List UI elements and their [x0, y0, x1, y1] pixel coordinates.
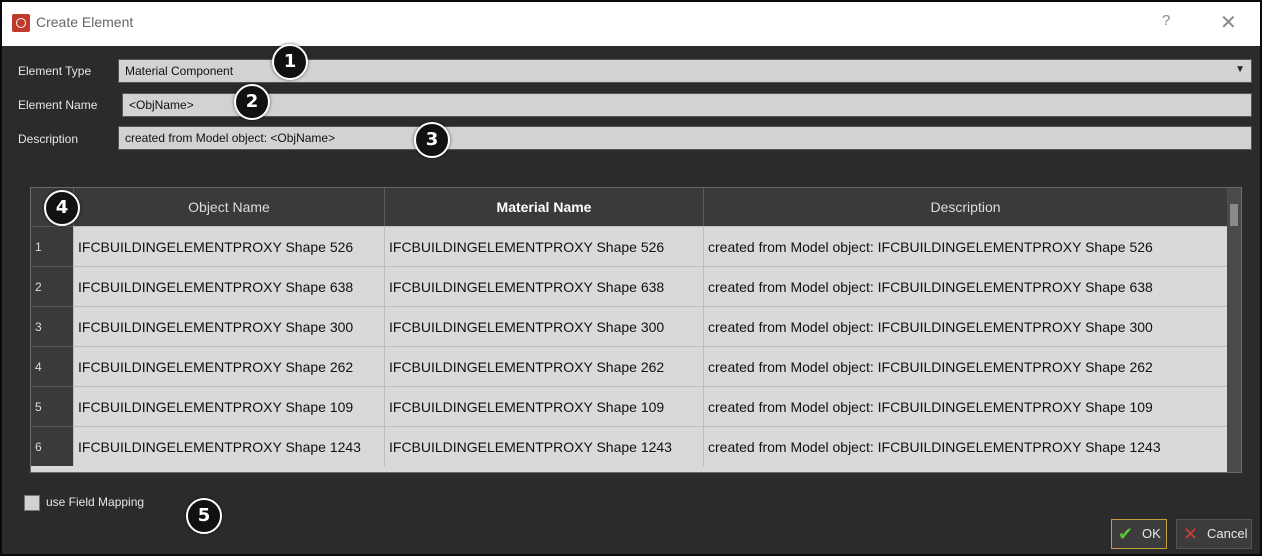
row-number: 1	[31, 226, 73, 266]
material-name-cell[interactable]: IFCBUILDINGELEMENTPROXY Shape 638	[384, 266, 703, 306]
ok-button[interactable]: ✔ OK	[1111, 519, 1167, 549]
x-icon: ✕	[1183, 524, 1199, 544]
app-logo-icon	[12, 14, 30, 32]
checkmark-icon: ✔	[1118, 524, 1134, 544]
elements-table: Object Name Material Name Description 1 …	[30, 187, 1242, 473]
object-name-cell[interactable]: IFCBUILDINGELEMENTPROXY Shape 262	[73, 346, 384, 386]
object-name-cell[interactable]: IFCBUILDINGELEMENTPROXY Shape 526	[73, 226, 384, 266]
chevron-down-icon: ▼	[1235, 64, 1245, 75]
element-type-label: Element Type	[18, 64, 92, 78]
callout-badge-1: 1	[272, 44, 308, 80]
callout-badge-3: 3	[414, 122, 450, 158]
object-name-cell[interactable]: IFCBUILDINGELEMENTPROXY Shape 300	[73, 306, 384, 346]
object-name-cell[interactable]: IFCBUILDINGELEMENTPROXY Shape 638	[73, 266, 384, 306]
cancel-button[interactable]: ✕ Cancel	[1176, 519, 1252, 549]
material-name-cell[interactable]: IFCBUILDINGELEMENTPROXY Shape 262	[384, 346, 703, 386]
row-number: 6	[31, 426, 73, 466]
element-name-label: Element Name	[18, 98, 98, 112]
row-number: 3	[31, 306, 73, 346]
object-name-cell[interactable]: IFCBUILDINGELEMENTPROXY Shape 109	[73, 386, 384, 426]
description-cell[interactable]: created from Model object: IFCBUILDINGEL…	[703, 226, 1227, 266]
column-header-description[interactable]: Description	[703, 188, 1227, 226]
help-icon[interactable]: ?	[1162, 12, 1170, 29]
row-number: 5	[31, 386, 73, 426]
vertical-scrollbar[interactable]	[1227, 188, 1241, 472]
window-title: Create Element	[36, 14, 134, 30]
description-cell[interactable]: created from Model object: IFCBUILDINGEL…	[703, 346, 1227, 386]
close-icon[interactable]: ✕	[1220, 10, 1237, 35]
title-bar: Create Element ? ✕	[2, 2, 1260, 46]
row-number: 2	[31, 266, 73, 306]
field-mapping-checkbox[interactable]	[24, 495, 40, 511]
description-cell[interactable]: created from Model object: IFCBUILDINGEL…	[703, 266, 1227, 306]
description-cell[interactable]: created from Model object: IFCBUILDINGEL…	[703, 306, 1227, 346]
cancel-label: Cancel	[1207, 526, 1248, 541]
description-label: Description	[18, 132, 79, 146]
column-header-object-name[interactable]: Object Name	[73, 188, 384, 226]
description-input[interactable]: created from Model object: <ObjName>	[118, 126, 1252, 150]
object-name-cell[interactable]: IFCBUILDINGELEMENTPROXY Shape 1243	[73, 426, 384, 466]
create-element-dialog: Create Element ? ✕ Element Type Material…	[0, 0, 1262, 556]
row-number: 4	[31, 346, 73, 386]
material-name-cell[interactable]: IFCBUILDINGELEMENTPROXY Shape 109	[384, 386, 703, 426]
ok-label: OK	[1142, 526, 1161, 541]
callout-badge-2: 2	[234, 84, 270, 120]
material-name-cell[interactable]: IFCBUILDINGELEMENTPROXY Shape 300	[384, 306, 703, 346]
field-mapping-label: use Field Mapping	[46, 495, 145, 509]
element-name-input[interactable]: <ObjName>	[122, 93, 1252, 117]
column-header-material-name[interactable]: Material Name	[384, 188, 703, 226]
description-cell[interactable]: created from Model object: IFCBUILDINGEL…	[703, 386, 1227, 426]
callout-badge-4: 4	[44, 190, 80, 226]
scrollbar-thumb[interactable]	[1230, 204, 1238, 226]
callout-badge-5: 5	[186, 498, 222, 534]
material-name-cell[interactable]: IFCBUILDINGELEMENTPROXY Shape 1243	[384, 426, 703, 466]
element-type-value: Material Component	[125, 64, 234, 78]
material-name-cell[interactable]: IFCBUILDINGELEMENTPROXY Shape 526	[384, 226, 703, 266]
description-cell[interactable]: created from Model object: IFCBUILDINGEL…	[703, 426, 1227, 466]
